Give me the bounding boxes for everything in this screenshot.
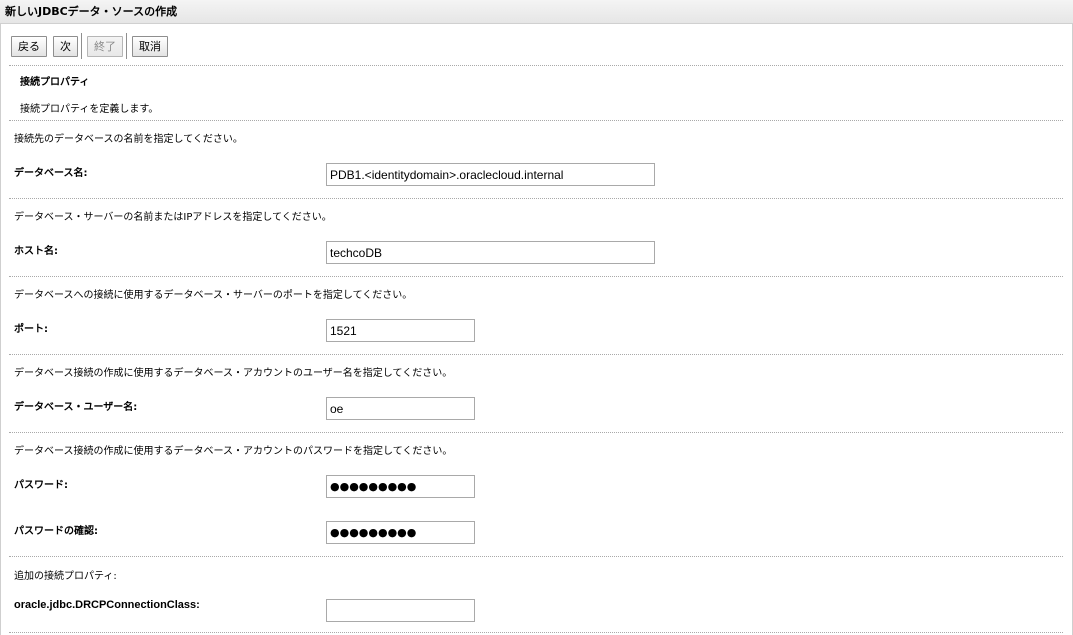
section-title: 接続プロパティ <box>20 77 90 88</box>
database-name-input[interactable] <box>326 163 655 186</box>
drcp-connection-class-input[interactable] <box>326 599 475 622</box>
confirm-password-label: パスワードの確認: <box>14 526 98 537</box>
wizard-toolbar: 戻る 次 終了 取消 <box>11 33 174 59</box>
password-help: データベース接続の作成に使用するデータベース・アカウントのパスワードを指定してく… <box>14 446 453 457</box>
password-input[interactable] <box>326 475 475 498</box>
port-help: データベースへの接続に使用するデータベース・サーバーのポートを指定してください。 <box>14 290 413 301</box>
back-button[interactable]: 戻る <box>11 35 47 57</box>
divider <box>9 354 1063 355</box>
divider <box>9 632 1063 633</box>
host-name-input[interactable] <box>326 241 655 264</box>
next-button[interactable]: 次 <box>53 35 78 57</box>
db-user-help: データベース接続の作成に使用するデータベース・アカウントのユーザー名を指定してく… <box>14 368 453 379</box>
password-label: パスワード: <box>14 480 68 491</box>
host-name-label: ホスト名: <box>14 246 58 257</box>
dialog-frame <box>0 0 1073 635</box>
cancel-button[interactable]: 取消 <box>132 35 168 57</box>
finish-button[interactable]: 終了 <box>87 35 123 57</box>
db-user-label: データベース・ユーザー名: <box>14 402 138 413</box>
db-user-input[interactable] <box>326 397 475 420</box>
divider <box>9 276 1063 277</box>
window-title: 新しいJDBCデータ・ソースの作成 <box>0 0 1073 24</box>
port-label: ポート: <box>14 324 48 335</box>
toolbar-divider <box>126 33 127 59</box>
drcp-connection-class-label: oracle.jdbc.DRCPConnectionClass: <box>14 599 200 611</box>
divider <box>9 432 1063 433</box>
divider <box>9 65 1063 66</box>
host-name-help: データベース・サーバーの名前またはIPアドレスを指定してください。 <box>14 212 332 223</box>
divider <box>9 198 1063 199</box>
database-name-label: データベース名: <box>14 168 88 179</box>
divider <box>9 556 1063 557</box>
database-name-help: 接続先のデータベースの名前を指定してください。 <box>14 134 243 145</box>
confirm-password-input[interactable] <box>326 521 475 544</box>
section-description: 接続プロパティを定義します。 <box>20 104 159 115</box>
divider <box>9 120 1063 121</box>
port-input[interactable] <box>326 319 475 342</box>
toolbar-divider <box>81 33 82 59</box>
additional-properties-help: 追加の接続プロパティ: <box>14 571 117 582</box>
